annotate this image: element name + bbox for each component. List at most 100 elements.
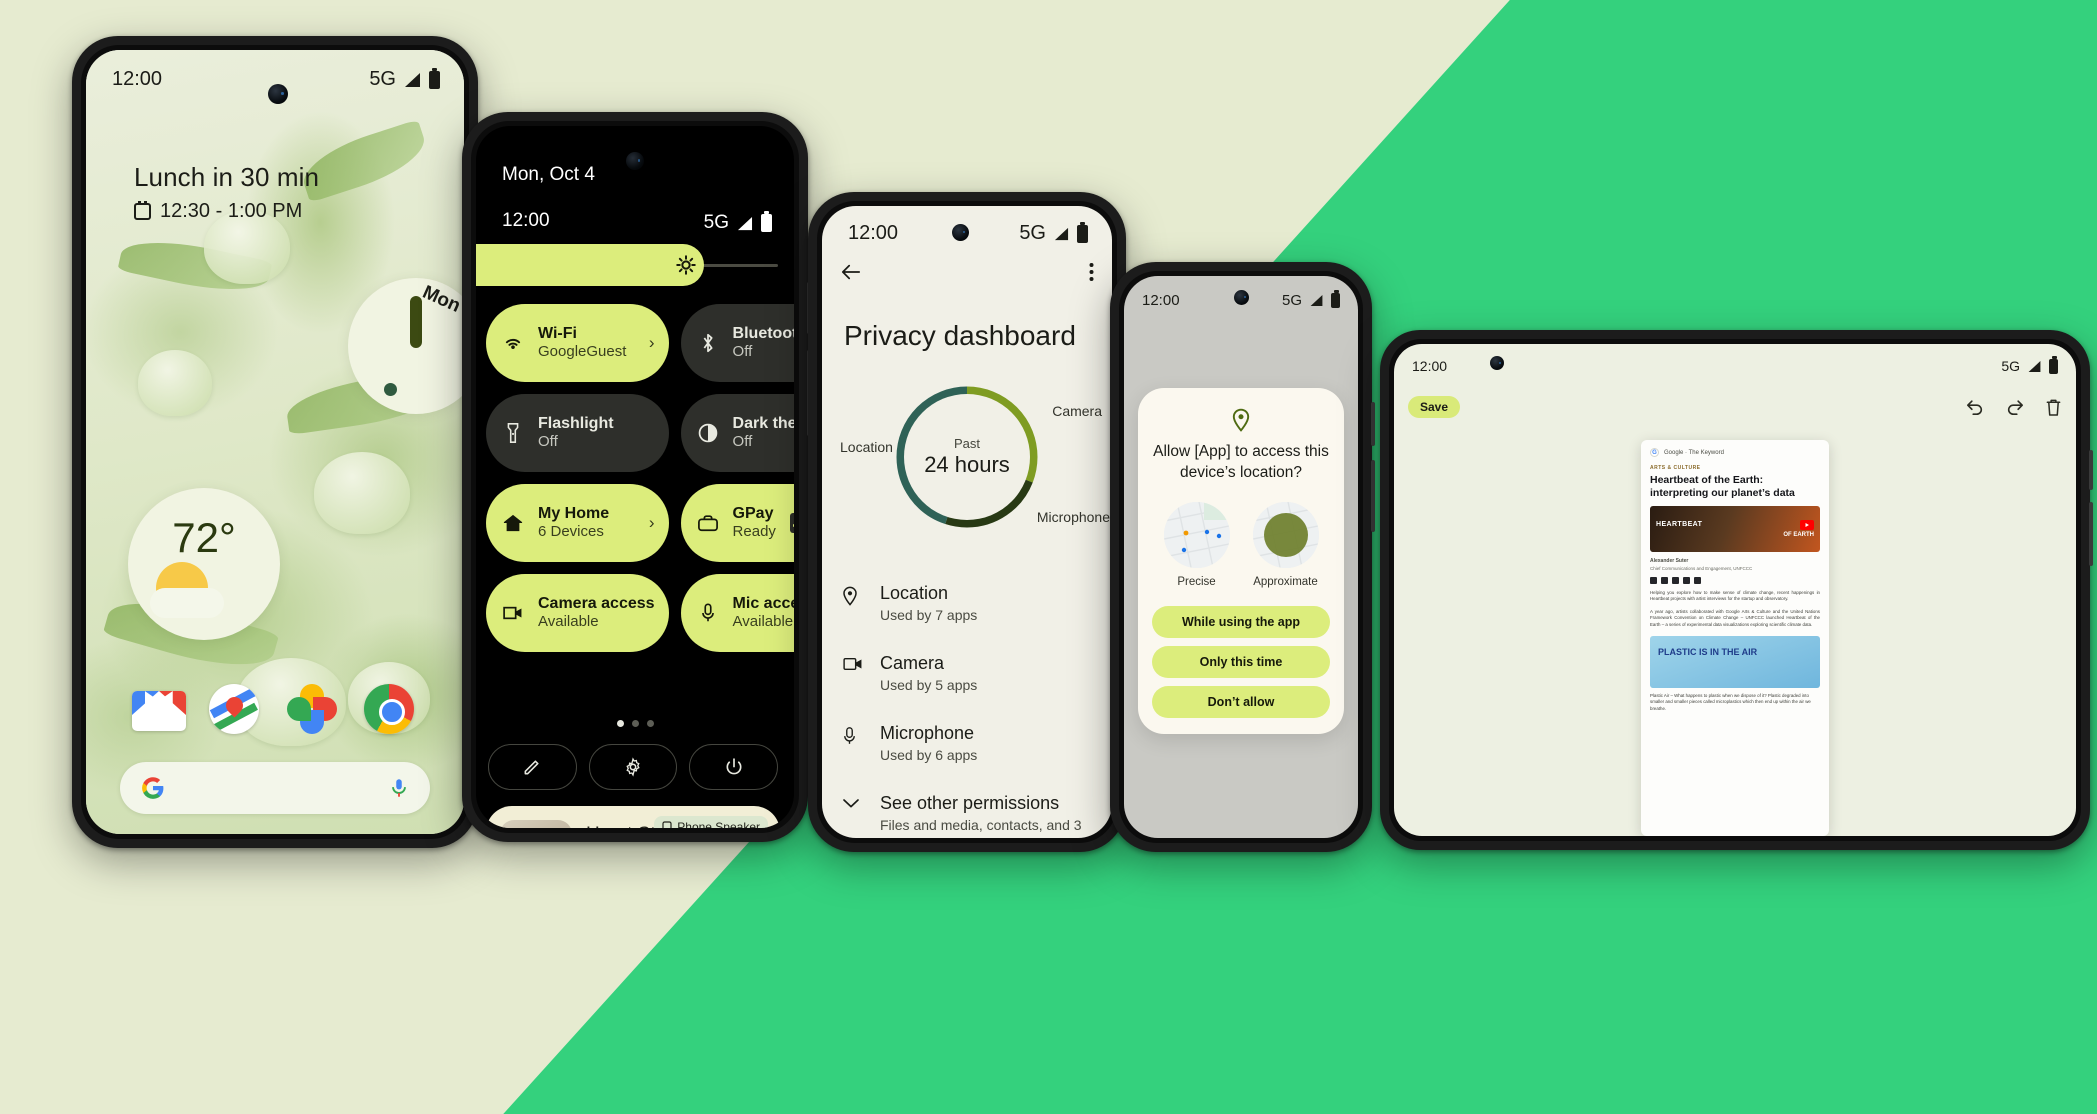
power-side-button[interactable] bbox=[1371, 402, 1375, 446]
app-icon-gmail[interactable] bbox=[131, 684, 186, 738]
article-brand-label: Google · The Keyword bbox=[1664, 449, 1724, 456]
signal-icon bbox=[737, 216, 753, 230]
network-label: 5G bbox=[369, 68, 396, 90]
article-screenshot[interactable]: G Google · The Keyword ARTS & CULTURE He… bbox=[1641, 440, 1829, 836]
edit-tiles-button[interactable] bbox=[488, 744, 577, 790]
tile-camera-access[interactable]: Camera access Available bbox=[486, 574, 669, 652]
calendar-icon bbox=[134, 201, 151, 220]
tile-text: GPay Ready bbox=[733, 505, 776, 541]
option-approximate[interactable]: Approximate bbox=[1252, 501, 1319, 588]
tile-text: My Home 6 Devices bbox=[538, 505, 635, 541]
flashlight-icon bbox=[502, 422, 524, 444]
tile-gpay[interactable]: GPay Ready bbox=[680, 484, 794, 562]
chevron-right-icon[interactable]: › bbox=[649, 513, 655, 533]
tile-title: Flashlight bbox=[538, 415, 614, 433]
cloud-icon bbox=[150, 588, 224, 618]
tile-subtitle: Available bbox=[538, 613, 599, 630]
linkedin-icon[interactable] bbox=[1672, 576, 1679, 584]
location-pin-icon bbox=[842, 583, 864, 611]
event-time-row: 12:30 - 1:00 PM bbox=[134, 200, 319, 223]
option-precise[interactable]: Precise bbox=[1163, 501, 1230, 588]
list-item[interactable]: Camera Used by 5 apps bbox=[840, 638, 1094, 708]
article-paragraph-1: Helping you explore how to make sense of… bbox=[1650, 589, 1820, 602]
while-using-the-app-button[interactable]: While using the app bbox=[1152, 605, 1330, 638]
battery-icon bbox=[429, 67, 440, 89]
twitter-icon[interactable] bbox=[1650, 576, 1657, 584]
list-item[interactable]: See other permissions Files and media, c… bbox=[840, 778, 1094, 838]
back-arrow-icon[interactable] bbox=[840, 262, 862, 282]
link-icon[interactable] bbox=[1694, 576, 1701, 584]
quick-settings-page-dots[interactable] bbox=[476, 720, 794, 727]
volume-side-button[interactable] bbox=[1371, 460, 1375, 532]
tile-subtitle: Off bbox=[732, 343, 753, 360]
search-bar[interactable] bbox=[120, 762, 430, 814]
tile-subtitle: Off bbox=[732, 433, 753, 450]
wifi-icon bbox=[502, 332, 524, 354]
privacy-usage-list: Location Used by 7 apps Camera Used by 5… bbox=[840, 568, 1094, 838]
battery-icon bbox=[761, 211, 772, 232]
weather-widget[interactable]: 72° bbox=[128, 488, 280, 640]
only-this-time-button[interactable]: Only this time bbox=[1152, 645, 1330, 678]
signal-icon bbox=[2028, 360, 2041, 372]
youtube-play-icon[interactable] bbox=[1800, 519, 1814, 530]
tile-subtitle: 6 Devices bbox=[538, 523, 604, 540]
dont-allow-button[interactable]: Don’t allow bbox=[1152, 685, 1330, 718]
list-item-subtitle: Files and media, contacts, and 3 more bbox=[880, 817, 1082, 838]
redo-icon[interactable] bbox=[2005, 398, 2025, 416]
tile-bluetooth[interactable]: Bluetooth Off bbox=[680, 304, 794, 382]
donut-center-large: 24 hours bbox=[924, 452, 1010, 477]
tile-mic-access[interactable]: Mic access Available bbox=[680, 574, 794, 652]
tile-flashlight[interactable]: Flashlight Off bbox=[486, 394, 669, 472]
status-indicators: 5G bbox=[1019, 221, 1088, 245]
signal-icon bbox=[1054, 227, 1069, 240]
list-item-title: Camera bbox=[880, 653, 945, 673]
tile-dark-theme[interactable]: Dark theme Off bbox=[680, 394, 794, 472]
payment-card-icon[interactable] bbox=[789, 513, 794, 533]
event-title: Lunch in 30 min bbox=[134, 162, 320, 192]
screenshot-toolbar: Save bbox=[1408, 396, 2062, 418]
undo-icon[interactable] bbox=[1965, 398, 1985, 416]
facebook-icon[interactable] bbox=[1661, 576, 1668, 584]
page-dot[interactable] bbox=[631, 720, 639, 727]
trash-icon[interactable] bbox=[2045, 398, 2062, 417]
location-precision-options: Precise Approximate bbox=[1152, 501, 1330, 588]
app-icon-photos[interactable] bbox=[286, 684, 341, 738]
list-item-title: See other permissions bbox=[880, 793, 1060, 813]
clock-hand bbox=[410, 296, 422, 348]
media-player-card[interactable]: Phone Speaker Heart Storm (feat. NAO) bbox=[486, 806, 780, 828]
microphone-icon[interactable] bbox=[388, 777, 410, 799]
phone2-screen: Mon, Oct 4 12:00 5G Wi-Fi GoogleGuest › … bbox=[476, 126, 794, 828]
location-permission-dialog: Allow [App] to access this device’s loca… bbox=[1138, 388, 1344, 734]
app-icon-maps[interactable] bbox=[209, 684, 263, 738]
chevron-right-icon[interactable]: › bbox=[649, 333, 655, 353]
mail-icon[interactable] bbox=[1683, 576, 1690, 584]
more-vertical-icon[interactable] bbox=[1089, 262, 1094, 282]
donut: Past 24 hours bbox=[891, 381, 1043, 533]
app-icon-chrome[interactable] bbox=[364, 684, 418, 738]
tile-my-home[interactable]: My Home 6 Devices › bbox=[486, 484, 669, 562]
phone3-app-bar bbox=[840, 262, 1094, 282]
power-button[interactable] bbox=[689, 744, 779, 790]
article-social-links[interactable] bbox=[1650, 576, 1820, 584]
dialog-title: Allow [App] to access this device’s loca… bbox=[1153, 443, 1329, 481]
status-indicators: 5G bbox=[704, 211, 772, 234]
save-button[interactable]: Save bbox=[1408, 396, 1461, 418]
volume-side-button[interactable] bbox=[2089, 502, 2093, 566]
tile-text: Flashlight Off bbox=[538, 415, 655, 451]
precise-map-thumb bbox=[1163, 501, 1230, 568]
list-item[interactable]: Microphone Used by 6 apps bbox=[840, 708, 1094, 778]
signal-icon bbox=[1310, 294, 1323, 307]
settings-button[interactable] bbox=[588, 744, 678, 790]
camera-icon bbox=[842, 653, 864, 677]
phone3-screen: 12:00 5G Privacy dashboard Past 24 hours… bbox=[822, 206, 1112, 838]
home-icon bbox=[502, 512, 524, 534]
front-camera-punch-hole bbox=[1234, 290, 1249, 305]
media-output-chip[interactable]: Phone Speaker bbox=[654, 816, 768, 828]
page-dot[interactable] bbox=[616, 720, 624, 727]
page-dot[interactable] bbox=[646, 720, 654, 727]
tile-wifi[interactable]: Wi-Fi GoogleGuest › bbox=[486, 304, 669, 382]
calendar-event-widget[interactable]: Lunch in 30 min 12:30 - 1:00 PM bbox=[134, 162, 319, 223]
list-item[interactable]: Location Used by 7 apps bbox=[840, 568, 1094, 638]
brightness-slider[interactable] bbox=[476, 244, 778, 286]
power-side-button[interactable] bbox=[2089, 450, 2093, 490]
